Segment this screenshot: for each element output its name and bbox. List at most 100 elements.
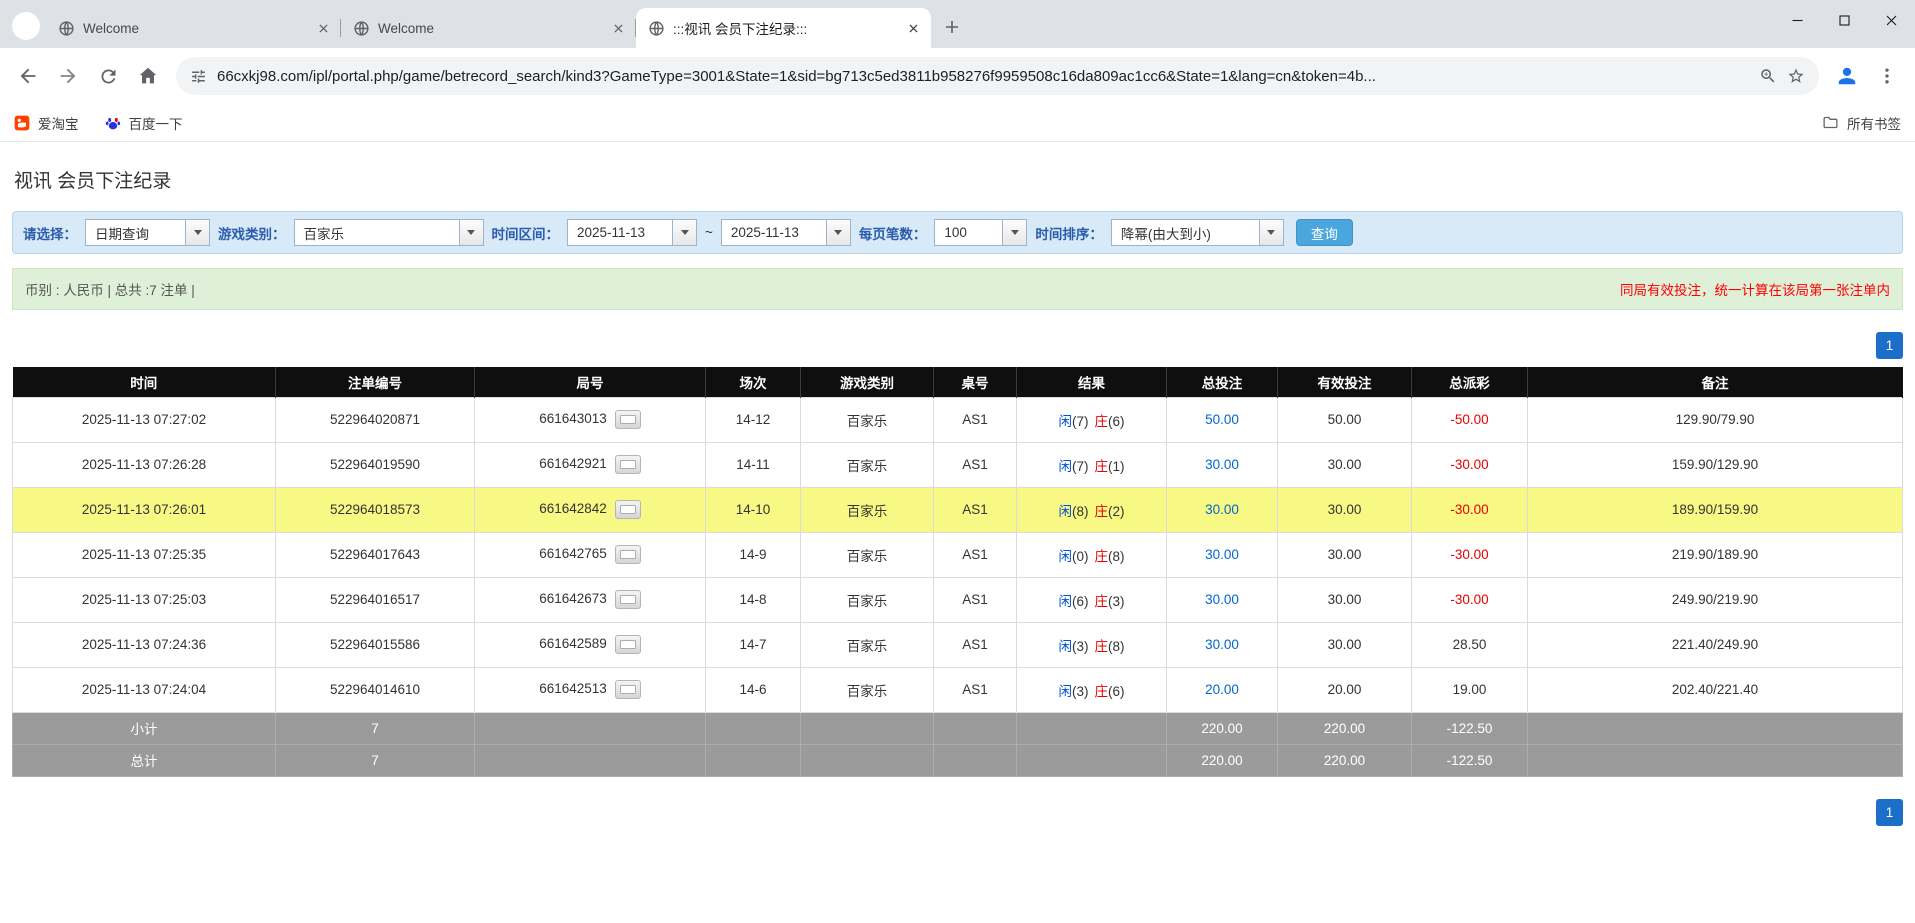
banker-result-label: 庄 [1095,414,1109,429]
player-score: (0) [1072,549,1089,564]
menu-kebab-icon[interactable] [1869,58,1905,94]
bookmark-aitaobao[interactable]: 爱淘宝 [14,113,79,133]
tab-close-icon[interactable] [904,19,923,38]
game-type-value[interactable]: 百家乐 [294,219,459,246]
player-result-label: 闲 [1059,414,1073,429]
cell-game-type: 百家乐 [801,667,934,712]
chevron-down-icon[interactable] [672,219,697,246]
cell-empty [475,712,706,744]
chevron-down-icon[interactable] [826,219,851,246]
tab-welcome-1[interactable]: Welcome [46,8,341,48]
filter-bar: 请选择： 日期查询 游戏类别： 百家乐 时间区间： 2025-11-13 ~ 2… [12,211,1903,254]
pagination-top: 1 [12,332,1903,359]
cell-empty [801,744,934,776]
cell-note: 249.90/219.90 [1528,577,1903,622]
tab-welcome-2[interactable]: Welcome [341,8,636,48]
site-info-icon[interactable] [190,68,207,85]
column-header-result: 结果 [1017,367,1167,397]
maximize-button[interactable] [1821,0,1868,40]
address-bar[interactable]: 66cxkj98.com/ipl/portal.php/game/betreco… [176,57,1819,95]
tab-strip: Welcome Welcome :::视讯 会员下注纪录::: [0,0,1915,48]
bet-table-row: 2025-11-13 07:24:36522964015586661642589… [13,622,1903,667]
cell-round-id: 661643013 [475,397,706,442]
tab-title: :::视讯 会员下注纪录::: [673,18,896,38]
tab-betrecord[interactable]: :::视讯 会员下注纪录::: [636,8,931,48]
tab-close-icon[interactable] [314,19,333,38]
all-bookmarks-button[interactable]: 所有书签 [1822,113,1901,133]
round-result-image-icon[interactable] [615,680,641,699]
round-number: 661642513 [539,681,607,696]
cell-note: 202.40/221.40 [1528,667,1903,712]
bet-table-row: 2025-11-13 07:26:28522964019590661642921… [13,442,1903,487]
sort-order-value[interactable]: 降幂(由大到小) [1111,219,1259,246]
subtotal-label: 小计 [13,712,276,744]
query-type-value[interactable]: 日期查询 [85,219,185,246]
player-result-label: 闲 [1059,639,1073,654]
round-result-image-icon[interactable] [615,455,641,474]
profile-avatar-icon[interactable] [1829,58,1865,94]
cell-total-bet: 30.00 [1167,487,1278,532]
cell-table-no: AS1 [934,397,1017,442]
cell-total-bet: 30.00 [1167,622,1278,667]
date-to-value[interactable]: 2025-11-13 [721,219,826,246]
round-number: 661643013 [539,411,607,426]
cell-empty [801,712,934,744]
cell-note: 221.40/249.90 [1528,622,1903,667]
sort-order-label: 时间排序： [1035,223,1103,243]
cell-note: 219.90/189.90 [1528,532,1903,577]
tab-close-icon[interactable] [609,19,628,38]
cell-payout: -30.00 [1412,442,1528,487]
forward-icon[interactable] [50,58,86,94]
zoom-icon[interactable] [1759,67,1777,85]
bookmark-star-icon[interactable] [1787,67,1805,85]
round-result-image-icon[interactable] [615,410,641,429]
reload-icon[interactable] [90,58,126,94]
cell-table-no: AS1 [934,622,1017,667]
round-number: 661642921 [539,456,607,471]
cell-table-no: AS1 [934,667,1017,712]
round-result-image-icon[interactable] [615,500,641,519]
range-separator: ~ [705,225,713,240]
back-icon[interactable] [10,58,46,94]
cell-session: 14-12 [706,397,801,442]
tab-search-button[interactable] [12,12,40,40]
cell-payout: -30.00 [1412,577,1528,622]
minimize-button[interactable] [1774,0,1821,40]
baidu-favicon-icon [105,115,121,131]
page-size-value[interactable]: 100 [934,219,1002,246]
chevron-down-icon[interactable] [1002,219,1027,246]
globe-favicon-icon [353,20,370,37]
cell-time: 2025-11-13 07:27:02 [13,397,276,442]
round-result-image-icon[interactable] [615,590,641,609]
home-icon[interactable] [130,58,166,94]
cell-table-no: AS1 [934,577,1017,622]
column-header-table-no: 桌号 [934,367,1017,397]
player-result-label: 闲 [1059,684,1073,699]
cell-bet-id: 522964018573 [276,487,475,532]
cell-valid-bet: 30.00 [1278,577,1412,622]
cell-total-bet: 20.00 [1167,667,1278,712]
banker-result-label: 庄 [1095,684,1109,699]
cell-bet-id: 522964020871 [276,397,475,442]
banker-result-label: 庄 [1095,504,1109,519]
close-button[interactable] [1868,0,1915,40]
round-result-image-icon[interactable] [615,545,641,564]
banker-score: (8) [1108,639,1125,654]
player-score: (3) [1072,684,1089,699]
bookmark-baidu[interactable]: 百度一下 [105,113,183,133]
new-tab-button[interactable] [937,12,967,42]
page-button-1[interactable]: 1 [1876,332,1903,359]
search-button[interactable]: 查询 [1296,219,1353,246]
date-from-value[interactable]: 2025-11-13 [567,219,672,246]
chevron-down-icon[interactable] [1259,219,1284,246]
round-result-image-icon[interactable] [615,635,641,654]
cell-game-type: 百家乐 [801,442,934,487]
cell-empty [1017,744,1167,776]
date-range-label: 时间区间： [492,223,560,243]
banker-score: (6) [1108,414,1125,429]
chevron-down-icon[interactable] [185,219,210,246]
page-button-1[interactable]: 1 [1876,799,1903,826]
total-row: 总计 7 220.00 220.00 -122.50 [13,744,1903,776]
chevron-down-icon[interactable] [459,219,484,246]
bet-table-body: 2025-11-13 07:27:02522964020871 661643013… [13,397,1903,712]
